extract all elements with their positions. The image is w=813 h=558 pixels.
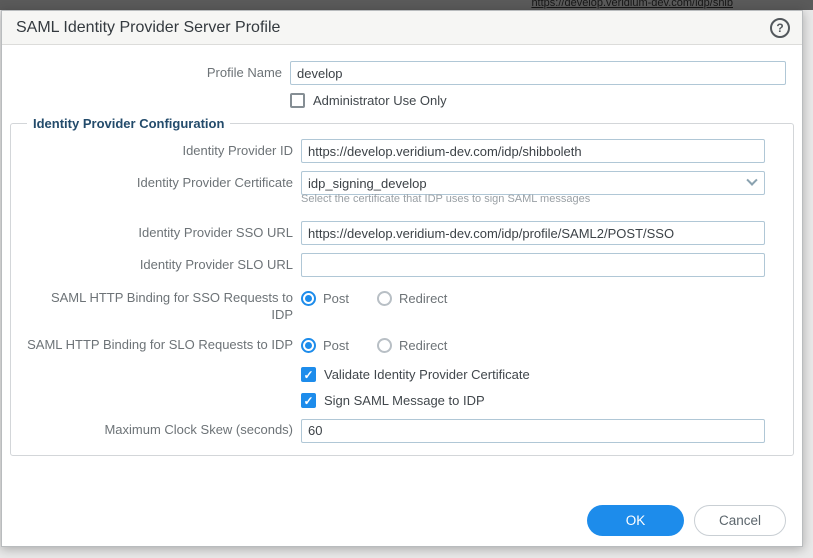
sso-binding-post-radio[interactable]: Post xyxy=(301,291,349,306)
radio-icon xyxy=(377,291,392,306)
validate-cert-label: Validate Identity Provider Certificate xyxy=(324,367,530,382)
profile-name-input[interactable] xyxy=(290,61,786,85)
section-title: Identity Provider Configuration xyxy=(27,116,230,131)
sso-binding-redirect-radio[interactable]: Redirect xyxy=(377,291,447,306)
idp-id-input[interactable] xyxy=(301,139,765,163)
validate-cert-checkbox[interactable]: Validate Identity Provider Certificate xyxy=(301,367,530,382)
radio-icon xyxy=(301,291,316,306)
idp-certificate-value: idp_signing_develop xyxy=(308,176,748,191)
sso-url-input[interactable] xyxy=(301,221,765,245)
background-url-link: https://develop.veridium-dev.com/idp/shi… xyxy=(531,0,733,9)
help-icon[interactable]: ? xyxy=(770,18,790,38)
sign-saml-checkbox[interactable]: Sign SAML Message to IDP xyxy=(301,393,485,408)
validate-cert-row: Validate Identity Provider Certificate xyxy=(23,367,781,382)
idp-id-label: Identity Provider ID xyxy=(23,143,301,160)
dialog-body: Profile Name Administrator Use Only Iden… xyxy=(2,45,802,546)
radio-icon xyxy=(301,338,316,353)
page-background-strip: https://develop.veridium-dev.com/idp/shi… xyxy=(0,0,813,10)
slo-binding-label: SAML HTTP Binding for SLO Requests to ID… xyxy=(23,337,301,354)
checkbox-box-icon xyxy=(290,93,305,108)
radio-icon xyxy=(377,338,392,353)
idp-certificate-label: Identity Provider Certificate xyxy=(23,175,301,192)
sign-saml-label: Sign SAML Message to IDP xyxy=(324,393,485,408)
admin-use-only-checkbox[interactable]: Administrator Use Only xyxy=(290,93,447,108)
admin-use-only-row: Administrator Use Only xyxy=(2,93,802,108)
idp-certificate-select[interactable]: idp_signing_develop xyxy=(301,171,765,195)
profile-name-label: Profile Name xyxy=(2,65,290,82)
sso-binding-row: SAML HTTP Binding for SSO Requests to ID… xyxy=(23,290,781,324)
cancel-button[interactable]: Cancel xyxy=(694,505,786,536)
clock-skew-label: Maximum Clock Skew (seconds) xyxy=(23,422,301,439)
slo-binding-radio-group: Post Redirect xyxy=(301,338,447,353)
sso-binding-radio-group: Post Redirect xyxy=(301,291,447,306)
slo-url-label: Identity Provider SLO URL xyxy=(23,257,301,274)
slo-binding-row: SAML HTTP Binding for SLO Requests to ID… xyxy=(23,337,781,354)
slo-url-input[interactable] xyxy=(301,253,765,277)
sso-url-label: Identity Provider SSO URL xyxy=(23,225,301,242)
sso-binding-label: SAML HTTP Binding for SSO Requests to ID… xyxy=(23,290,301,324)
dialog-footer: OK Cancel xyxy=(587,505,786,536)
ok-button[interactable]: OK xyxy=(587,505,684,536)
slo-binding-post-radio[interactable]: Post xyxy=(301,338,349,353)
identity-provider-configuration-section: Identity Provider Configuration Identity… xyxy=(10,116,794,456)
slo-url-row: Identity Provider SLO URL xyxy=(23,253,781,277)
slo-binding-redirect-radio[interactable]: Redirect xyxy=(377,338,447,353)
sso-url-row: Identity Provider SSO URL xyxy=(23,221,781,245)
idp-certificate-help-row: Select the certificate that IDP uses to … xyxy=(23,193,781,205)
idp-certificate-help-text: Select the certificate that IDP uses to … xyxy=(301,193,590,205)
idp-certificate-row: Identity Provider Certificate idp_signin… xyxy=(23,171,781,195)
dialog-header: SAML Identity Provider Server Profile ? xyxy=(2,11,802,45)
checkbox-check-icon xyxy=(301,393,316,408)
clock-skew-row: Maximum Clock Skew (seconds) xyxy=(23,419,781,443)
saml-idp-server-profile-dialog: SAML Identity Provider Server Profile ? … xyxy=(1,10,803,547)
clock-skew-input[interactable] xyxy=(301,419,765,443)
chevron-down-icon xyxy=(746,175,757,186)
checkbox-check-icon xyxy=(301,367,316,382)
idp-id-row: Identity Provider ID xyxy=(23,139,781,163)
dialog-title: SAML Identity Provider Server Profile xyxy=(16,19,280,37)
profile-name-row: Profile Name xyxy=(2,61,802,85)
admin-use-only-label: Administrator Use Only xyxy=(313,93,447,108)
sign-saml-row: Sign SAML Message to IDP xyxy=(23,393,781,408)
